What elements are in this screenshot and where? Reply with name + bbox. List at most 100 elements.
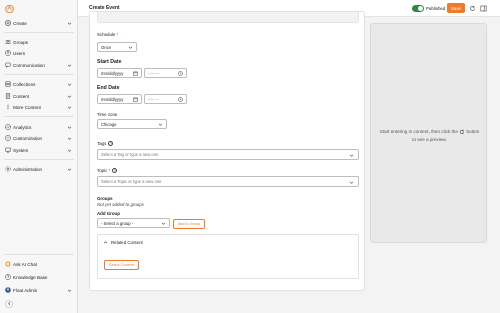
more-icon — [5, 104, 11, 110]
related-content-section: Related Content Select Content — [97, 234, 359, 279]
plus-circle-icon — [5, 20, 11, 26]
refresh-icon — [459, 129, 465, 135]
add-to-group-button[interactable]: Add to Group — [173, 219, 205, 229]
sidebar-item-label: Collections — [13, 81, 36, 87]
ask-ai-chat-item[interactable]: Ask AI Chat — [5, 260, 73, 268]
schedule-value: Once — [101, 44, 112, 50]
group-select-value: - Select a group - — [101, 220, 134, 226]
groups-icon — [5, 39, 11, 45]
schedule-label: Schedule * — [97, 32, 119, 37]
sidebar-item-more-content[interactable]: More Content — [5, 103, 73, 111]
knowledge-base-item[interactable]: Knowledge Base — [5, 273, 73, 281]
chevron-down-icon — [161, 221, 166, 226]
sidebar-item-label: Customization — [13, 135, 43, 141]
groups-empty-text: Not yet added to groups — [97, 202, 144, 207]
chevron-down-icon — [66, 135, 72, 141]
schedule-select[interactable]: Once — [97, 42, 137, 52]
group-select[interactable]: - Select a group - — [97, 218, 170, 228]
preview-panel: Start entering in content, then click th… — [370, 23, 487, 243]
collections-icon — [5, 81, 11, 87]
end-date-input[interactable]: mm/dd/yyyy — [97, 94, 142, 104]
event-form: Schedule * Once Start Date mm/dd/yyyy --… — [89, 11, 365, 291]
sidebar-item-label: Float Admin — [13, 287, 38, 293]
end-date-label: End Date — [97, 85, 120, 91]
chevron-down-icon — [66, 20, 72, 26]
tags-label: Tags? — [97, 141, 114, 147]
topic-placeholder: Select a Topic or type a new one — [101, 179, 162, 184]
published-label: Published — [426, 6, 446, 11]
sidebar-item-label: Ask AI Chat — [13, 261, 38, 267]
sidebar: Create Groups Users Communication Collec… — [0, 0, 78, 313]
collapse-sidebar-button[interactable] — [5, 300, 13, 308]
sidebar-divider — [4, 74, 74, 75]
sidebar-item-label: Content — [13, 93, 30, 99]
sidebar-item-label: Users — [13, 50, 25, 56]
chevron-down-icon — [66, 93, 72, 99]
sidebar-item-label: Groups — [13, 39, 29, 45]
sidebar-item-analytics[interactable]: Analytics — [5, 123, 73, 131]
preview-message-text: Start entering in content, then click th… — [379, 129, 458, 134]
sidebar-item-administration[interactable]: Administration — [5, 165, 73, 173]
sidebar-item-collections[interactable]: Collections — [5, 80, 73, 88]
system-icon — [5, 147, 11, 153]
app-logo[interactable] — [5, 4, 14, 14]
analytics-icon — [5, 124, 11, 130]
sidebar-item-users[interactable]: Users — [5, 49, 73, 57]
sidebar-item-customization[interactable]: Customization — [5, 134, 73, 142]
topic-select[interactable]: Select a Topic or type a new one — [97, 176, 359, 187]
sidebar-item-label: System — [13, 147, 29, 153]
chevron-down-icon — [66, 124, 72, 130]
chevron-down-icon — [158, 122, 163, 127]
timezone-label: Time zone — [97, 112, 118, 117]
customization-icon — [5, 135, 11, 141]
start-date-label: Start Date — [97, 59, 122, 65]
add-group-label: Add Group — [97, 211, 120, 216]
start-date-value: mm/dd/yyyy — [101, 70, 124, 76]
end-time-value: --:-- -- — [148, 96, 159, 102]
sidebar-item-system[interactable]: System — [5, 146, 73, 154]
chevron-down-icon — [349, 153, 354, 158]
sidebar-item-label: Administration — [13, 166, 43, 172]
published-toggle[interactable] — [412, 5, 424, 12]
preview-message: Start entering in content, then click th… — [379, 128, 480, 144]
chevron-down-icon — [66, 62, 72, 68]
related-content-header[interactable]: Related Content — [103, 240, 143, 245]
user-account-item[interactable]: Float Admin — [5, 286, 73, 294]
topic-label: Topic *? — [97, 168, 118, 174]
sidebar-divider — [4, 32, 74, 33]
administration-icon — [5, 166, 11, 172]
tags-select[interactable]: Select a Tag or type a new one — [97, 149, 359, 160]
start-time-value: --:-- -- — [148, 70, 159, 76]
sidebar-item-create[interactable]: Create — [5, 19, 73, 27]
end-date-value: mm/dd/yyyy — [101, 96, 124, 102]
start-time-input[interactable]: --:-- -- — [144, 68, 187, 78]
save-button[interactable]: Save — [447, 3, 465, 13]
end-time-input[interactable]: --:-- -- — [144, 94, 187, 104]
avatar-icon — [5, 287, 11, 293]
chevron-down-icon — [66, 287, 72, 293]
select-content-button[interactable]: Select Content — [104, 260, 139, 270]
knowledge-base-icon — [5, 274, 11, 280]
calendar-icon — [133, 97, 138, 102]
calendar-icon — [133, 71, 138, 76]
chevron-down-icon — [66, 147, 72, 153]
sidebar-item-groups[interactable]: Groups — [5, 38, 73, 46]
chat-icon — [5, 62, 11, 68]
chevron-down-icon — [349, 180, 354, 185]
sidebar-item-communication[interactable]: Communication — [5, 61, 73, 69]
tags-placeholder: Select a Tag or type a new one — [101, 152, 159, 157]
help-icon[interactable]: ? — [108, 141, 114, 147]
start-date-input[interactable]: mm/dd/yyyy — [97, 68, 142, 78]
chevron-up-icon — [103, 240, 108, 245]
chevron-down-icon — [66, 81, 72, 87]
timezone-select[interactable]: Chicago — [97, 119, 167, 129]
sidebar-item-content[interactable]: Content — [5, 92, 73, 100]
ai-chat-icon — [5, 261, 11, 267]
toggle-knob — [418, 6, 423, 11]
toggle-preview-panel-icon[interactable] — [479, 4, 487, 12]
sidebar-item-label: More Content — [13, 104, 41, 110]
previous-field-input[interactable] — [97, 12, 359, 23]
clock-icon — [178, 97, 183, 102]
refresh-icon[interactable] — [468, 4, 476, 12]
help-icon[interactable]: ? — [112, 168, 118, 174]
